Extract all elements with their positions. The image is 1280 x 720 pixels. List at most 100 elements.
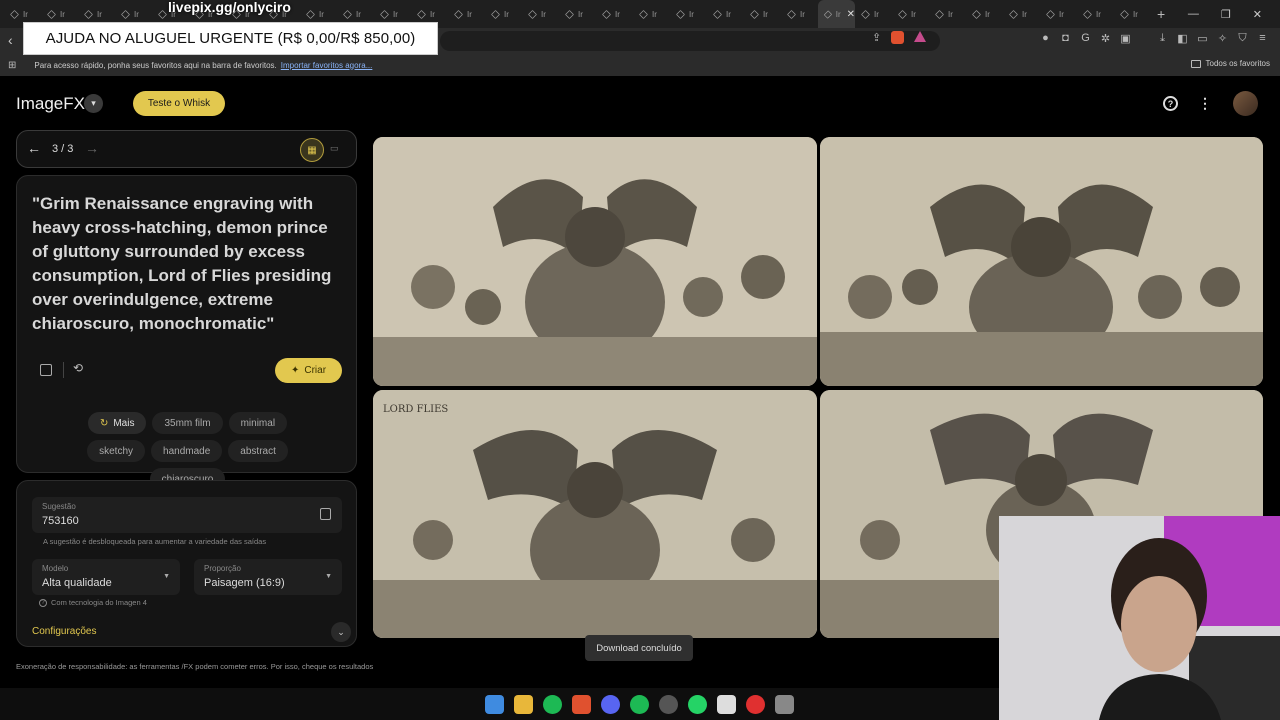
avatar[interactable] xyxy=(1233,91,1258,116)
generated-image-1[interactable] xyxy=(373,137,817,386)
model-select[interactable]: Modelo Alta qualidade ▼ xyxy=(32,559,180,595)
arrow-right-icon[interactable]: → xyxy=(85,140,99,156)
chip-style[interactable]: 35mm film xyxy=(152,412,223,434)
brave-rewards-icon[interactable] xyxy=(914,31,927,42)
browser-tab[interactable]: Ir xyxy=(670,0,707,28)
chip-style[interactable]: sketchy xyxy=(87,440,146,462)
new-tab-button[interactable]: + xyxy=(1157,6,1165,22)
tab-favicon-icon xyxy=(1009,9,1018,19)
page-count: 3 / 3 xyxy=(52,143,74,155)
browser-tab[interactable]: Ir xyxy=(707,0,744,28)
tab-favicon-icon xyxy=(713,9,722,19)
browser-tab[interactable]: Ir xyxy=(559,0,596,28)
reset-icon[interactable]: ⟲ xyxy=(73,361,83,375)
obs-record-icon[interactable] xyxy=(746,695,765,714)
tab-label: Ir xyxy=(134,9,139,19)
menu-icon[interactable]: ≡ xyxy=(1257,32,1268,45)
download-icon[interactable]: ⤓ xyxy=(1157,32,1168,45)
share-icon[interactable]: ⇪ xyxy=(872,31,881,44)
chip-style[interactable]: abstract xyxy=(228,440,288,462)
address-bar-icons: ⇪ xyxy=(872,31,927,44)
browser-back-icon[interactable]: ‹ xyxy=(8,32,13,48)
vpn-shield-icon[interactable]: ⛉ xyxy=(1237,32,1248,45)
browser-tab[interactable]: Ir xyxy=(485,0,522,28)
aspect-ratio-select[interactable]: Proporção Paisagem (16:9) ▼ xyxy=(194,559,342,595)
browser-tab[interactable]: Ir xyxy=(633,0,670,28)
extensions-puzzle-icon[interactable]: ✲ xyxy=(1100,32,1111,45)
create-button[interactable]: ✦ Criar xyxy=(275,358,342,383)
chip-style[interactable]: handmade xyxy=(151,440,223,462)
chip-style[interactable]: minimal xyxy=(228,412,288,434)
browser-tab[interactable]: Ir xyxy=(781,0,818,28)
tab-label: Ir xyxy=(835,9,841,19)
browser-tab[interactable]: Ir xyxy=(892,0,929,28)
seed-field[interactable]: Sugestão 753160 xyxy=(32,497,342,533)
browser-tab[interactable]: Ir xyxy=(448,0,485,28)
whatsapp-icon[interactable] xyxy=(688,695,707,714)
screenshot-icon[interactable]: ▣ xyxy=(1120,32,1131,45)
browser-tab[interactable]: Ir xyxy=(855,0,892,28)
browser-tab[interactable]: Ir ✕ xyxy=(818,0,855,28)
browser-tab[interactable]: Ir xyxy=(596,0,633,28)
extension-icons: ● ◘ G ✲ ▣ ⤓ ◧ ▭ ✧ ⛉ ≡ xyxy=(1040,32,1268,45)
apps-grid-icon[interactable]: ⊞ xyxy=(8,60,16,71)
extension-icon[interactable]: ● xyxy=(1040,32,1051,45)
tab-favicon-icon xyxy=(454,9,463,19)
unlock-icon[interactable] xyxy=(320,508,331,520)
wallet-icon[interactable]: ▭ xyxy=(1197,32,1208,45)
browser-tab[interactable]: Ir xyxy=(966,0,1003,28)
refresh-icon: ↻ xyxy=(99,417,109,429)
browser-tab[interactable]: Ir xyxy=(1003,0,1040,28)
capcut-icon[interactable] xyxy=(717,695,736,714)
copy-icon[interactable] xyxy=(40,364,52,376)
browser-tab[interactable]: Ir xyxy=(929,0,966,28)
spotify-icon[interactable] xyxy=(630,695,649,714)
engraving-illustration xyxy=(373,137,817,386)
leo-ai-icon[interactable]: ✧ xyxy=(1217,32,1228,45)
google-icon[interactable]: G xyxy=(1080,32,1091,45)
minimize-icon[interactable]: — xyxy=(1188,8,1199,20)
browser-tab[interactable]: Ir xyxy=(1040,0,1077,28)
browser-tab[interactable]: Ir xyxy=(744,0,781,28)
generated-image-2[interactable] xyxy=(820,137,1263,386)
app-title[interactable]: ImageFX xyxy=(16,94,85,114)
brave-shield-icon[interactable] xyxy=(891,31,905,44)
tab-label: Ir xyxy=(541,9,546,19)
file-explorer-icon[interactable] xyxy=(514,695,533,714)
prompt-input[interactable]: "Grim Renaissance engraving with heavy c… xyxy=(32,192,342,336)
tab-label: Ir xyxy=(911,9,916,19)
windows-start-icon[interactable] xyxy=(485,695,504,714)
settings-link[interactable]: Configurações xyxy=(32,626,96,637)
try-whisk-button[interactable]: Teste o Whisk xyxy=(133,91,225,116)
tab-favicon-icon xyxy=(787,9,796,19)
address-bar[interactable] xyxy=(440,31,940,51)
browser-tab[interactable]: Ir xyxy=(522,0,559,28)
chevron-collapse-icon[interactable]: ⌄ xyxy=(331,622,351,642)
browser-tab[interactable]: Ir xyxy=(1077,0,1114,28)
browser-tab[interactable]: Ir xyxy=(1114,0,1151,28)
extension-icon[interactable]: ◘ xyxy=(1060,32,1071,45)
calculator-icon[interactable] xyxy=(775,695,794,714)
arrow-left-icon[interactable]: ← xyxy=(27,140,41,156)
close-tab-icon[interactable]: ✕ xyxy=(847,9,855,20)
single-view-icon[interactable]: ▭ xyxy=(330,143,339,154)
chip-more[interactable]: ↻ Mais xyxy=(87,412,147,434)
discord-icon[interactable] xyxy=(601,695,620,714)
settings-gear-icon[interactable] xyxy=(659,695,678,714)
maximize-icon[interactable]: ❐ xyxy=(1221,8,1231,21)
seed-value[interactable]: 753160 xyxy=(42,515,79,527)
tab-favicon-icon xyxy=(565,9,574,19)
import-bookmarks-link[interactable]: Importar favoritos agora... xyxy=(281,61,373,70)
help-icon[interactable]: ? xyxy=(1163,96,1178,111)
more-vert-icon[interactable]: ⋮ xyxy=(1198,95,1212,112)
chevron-down-icon[interactable]: ▾ xyxy=(84,94,103,113)
brave-browser-icon[interactable] xyxy=(572,695,591,714)
spotify-icon[interactable] xyxy=(543,695,562,714)
close-window-icon[interactable]: ✕ xyxy=(1253,8,1262,21)
all-favorites[interactable]: Todos os favoritos xyxy=(1190,59,1270,68)
generated-image-3[interactable]: LORD FLIES xyxy=(373,390,817,638)
grid-view-icon[interactable]: ▦ xyxy=(300,138,324,162)
seed-hint: A sugestão é desbloqueada para aumentar … xyxy=(43,537,267,546)
bookmarks-hint: Para acesso rápido, ponha seus favoritos… xyxy=(34,60,277,70)
sidebar-icon[interactable]: ◧ xyxy=(1177,32,1188,45)
